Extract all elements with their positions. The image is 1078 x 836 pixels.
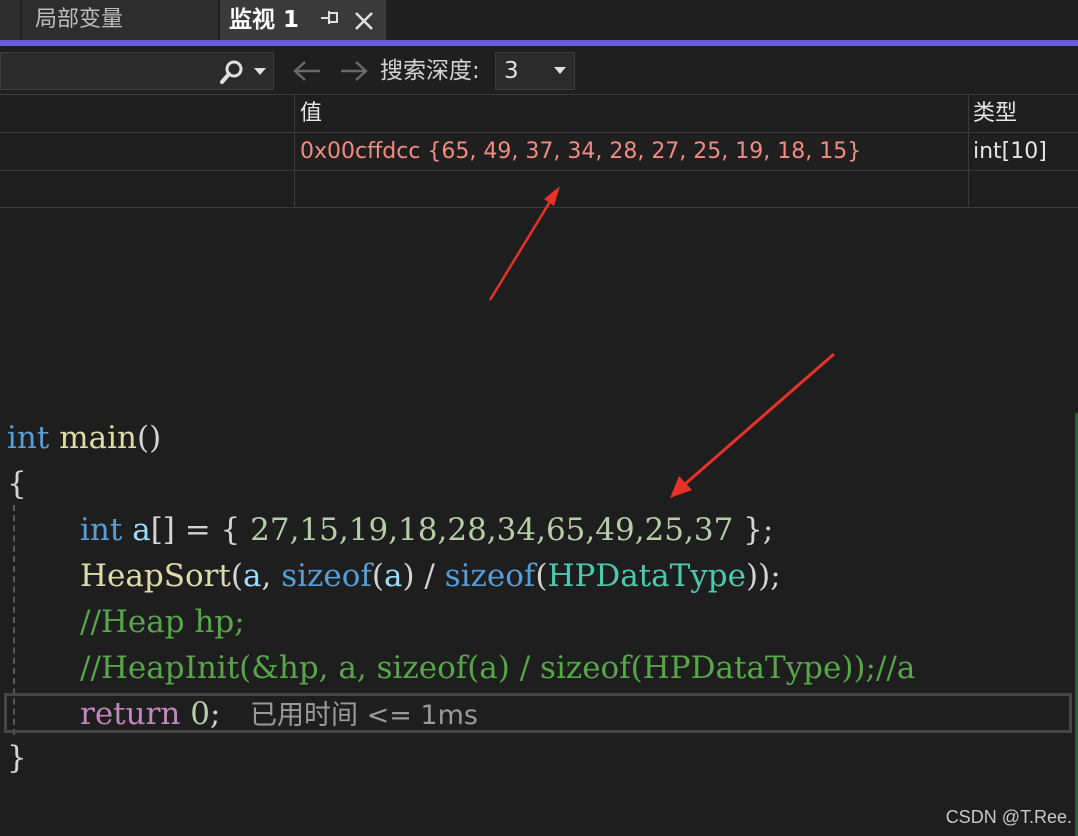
watch-row-type: int[10] <box>973 139 1047 164</box>
tab-overflow[interactable] <box>0 0 20 40</box>
column-divider[interactable] <box>294 94 295 208</box>
token-type: HPDataType <box>547 558 747 594</box>
watch-grid: 值 类型 0x00cffdcc {65, 49, 37, 34, 28, 27,… <box>0 94 1078 208</box>
token-punctuation: ) / <box>402 558 435 594</box>
search-icon[interactable] <box>219 59 245 85</box>
token-punctuation: () <box>136 420 162 456</box>
token-variable: a <box>243 558 262 594</box>
token-keyword-control: return <box>80 696 181 732</box>
token-punctuation: , <box>261 558 272 594</box>
search-depth-select[interactable]: 3 <box>495 52 575 90</box>
token-keyword: sizeof <box>444 558 536 594</box>
search-input[interactable] <box>0 52 274 90</box>
code-line-4[interactable]: HeapSort(a, sizeof(a) / sizeof(HPDataTyp… <box>80 553 781 599</box>
column-header-type[interactable]: 类型 <box>973 99 1017 129</box>
arrow-left-icon[interactable] <box>292 60 322 82</box>
watermark: CSDN @T.Ree. <box>945 807 1072 827</box>
code-line-7[interactable]: return 0; 已用时间 <= 1ms <box>80 691 478 737</box>
token-variable: a <box>383 558 403 594</box>
token-function: HeapSort <box>80 558 231 594</box>
token-punctuation: ; <box>209 696 221 732</box>
search-depth-value: 3 <box>504 58 519 84</box>
token-function: main <box>59 420 137 456</box>
token-number-list: 27,15,19,18,28,34,65,49,25,37 <box>250 512 734 548</box>
token-brace: } <box>7 740 27 776</box>
perf-tip-elapsed-time[interactable]: 已用时间 <= 1ms <box>250 700 478 731</box>
chevron-down-icon[interactable] <box>554 67 566 75</box>
code-editor[interactable]: int main() { int a[] = { 27,15,19,18,28,… <box>0 413 1078 836</box>
search-depth-label: 搜索深度: <box>380 58 480 84</box>
arrow-right-icon[interactable] <box>339 60 369 82</box>
token-punctuation: ( <box>535 558 548 594</box>
pin-icon[interactable] <box>320 9 340 31</box>
watch-empty-area <box>0 208 1078 413</box>
token-punctuation: ( <box>230 558 243 594</box>
grid-divider <box>0 94 1078 95</box>
code-line-5[interactable]: //Heap hp; <box>80 599 245 645</box>
chevron-down-icon[interactable] <box>254 68 266 76</box>
close-icon[interactable] <box>352 9 376 33</box>
code-line-2[interactable]: { <box>7 461 27 507</box>
token-keyword: int <box>80 512 123 548</box>
grid-divider <box>0 170 1078 171</box>
token-punctuation: ( <box>371 558 384 594</box>
code-line-3[interactable]: int a[] = { 27,15,19,18,28,34,65,49,25,3… <box>80 507 773 553</box>
code-line-1[interactable]: int main() <box>7 415 161 461</box>
token-comment: //HeapInit(&hp, a, sizeof(a) / sizeof(HP… <box>80 650 916 686</box>
watch-row-value[interactable]: 0x00cffdcc {65, 49, 37, 34, 28, 27, 25, … <box>300 137 861 167</box>
token-variable: a <box>132 512 151 548</box>
tool-window-tab-strip: 局部变量 监视 1 <box>0 0 1078 40</box>
token-punctuation: [] = { <box>150 512 241 548</box>
watch-toolbar: 搜索深度: 3 <box>0 46 1078 94</box>
token-keyword: int <box>7 420 50 456</box>
column-header-value[interactable]: 值 <box>300 99 322 129</box>
token-comment: //Heap hp; <box>80 604 245 640</box>
token-punctuation: )); <box>746 558 781 594</box>
tab-watch-1-label: 监视 1 <box>229 7 300 33</box>
token-brace: { <box>7 466 27 502</box>
token-keyword: sizeof <box>281 558 372 594</box>
token-punctuation: }; <box>743 512 774 548</box>
code-line-6[interactable]: //HeapInit(&hp, a, sizeof(a) / sizeof(HP… <box>80 645 915 691</box>
column-divider[interactable] <box>968 94 969 208</box>
code-line-8[interactable]: } <box>7 735 27 781</box>
grid-divider <box>0 132 1078 133</box>
token-number: 0 <box>190 696 210 732</box>
tab-locals[interactable]: 局部变量 <box>22 0 218 40</box>
